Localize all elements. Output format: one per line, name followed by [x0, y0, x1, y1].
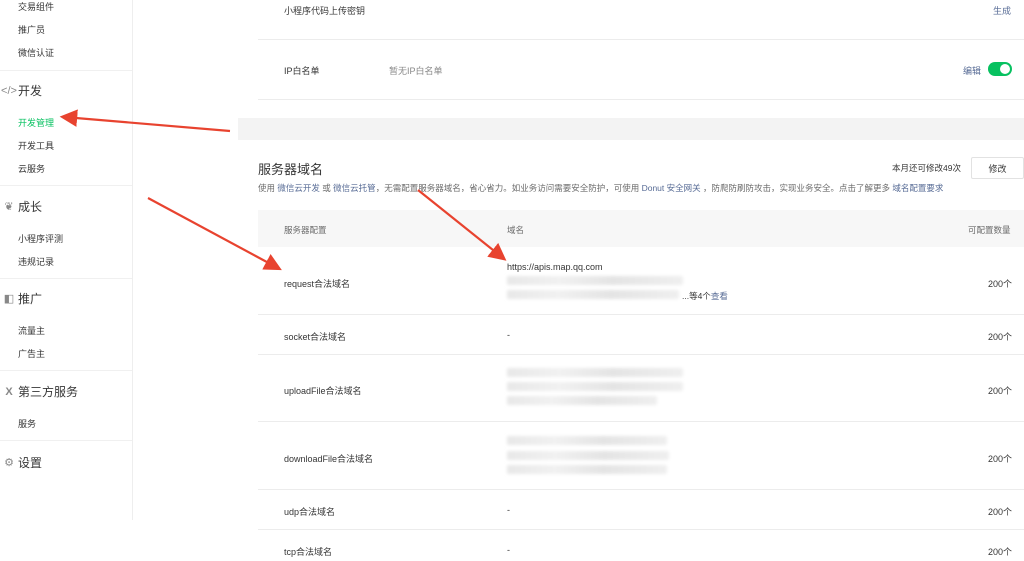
- sidebar-item-dev-tools[interactable]: 开发工具: [18, 139, 54, 152]
- upload-key-label: 小程序代码上传密钥: [284, 6, 366, 16]
- row-downloadfile-name: downloadFile合法域名: [284, 454, 374, 464]
- view-all-link[interactable]: 查看: [711, 291, 728, 301]
- sidebar-separator: [0, 70, 132, 71]
- x-icon: X: [5, 385, 13, 398]
- sidebar-item-traffic-owner[interactable]: 流量主: [18, 324, 45, 337]
- sidebar: 交易组件 推广员 微信认证 </> 开发 开发管理 开发工具 云服务 ❦ 成长 …: [0, 0, 238, 561]
- row-socket-name: socket合法域名: [284, 332, 347, 342]
- blurred-domain: [507, 290, 679, 299]
- sidebar-item-miniprogram-review[interactable]: 小程序评测: [18, 232, 63, 245]
- row-request-more: ...等4个查看: [682, 290, 728, 302]
- blurred-domain: [507, 396, 657, 405]
- blurred-domain: [507, 451, 669, 460]
- row-udp-name: udp合法域名: [284, 507, 336, 517]
- divider: [258, 99, 1024, 100]
- table-header: [258, 210, 1024, 247]
- row-socket-count: 200个: [988, 332, 1013, 342]
- sidebar-group-dev-label: 开发: [18, 84, 43, 98]
- table-row-divider: [258, 489, 1024, 490]
- blurred-domain: [507, 382, 683, 391]
- sidebar-item-advertiser[interactable]: 广告主: [18, 347, 45, 360]
- sidebar-separator: [0, 185, 132, 186]
- row-socket-domain: -: [507, 330, 510, 340]
- wechat-cloud-hosting-link[interactable]: 微信云托管: [333, 183, 376, 193]
- row-udp-domain: -: [507, 505, 510, 515]
- sidebar-item-trade-components[interactable]: 交易组件: [18, 0, 54, 13]
- blurred-domain: [507, 276, 683, 285]
- toggle-knob: [1000, 64, 1010, 74]
- server-domain-title: 服务器域名: [258, 162, 324, 177]
- row-request-domain: https://apis.map.qq.com: [507, 262, 603, 272]
- domain-requirements-link[interactable]: 域名配置要求: [892, 183, 943, 193]
- sidebar-group-growth[interactable]: ❦ 成长: [0, 198, 42, 215]
- modify-domain-button[interactable]: 修改: [971, 157, 1024, 179]
- row-tcp-name: tcp合法域名: [284, 547, 333, 557]
- code-icon: </>: [1, 84, 17, 97]
- sidebar-group-settings[interactable]: ⚙ 设置: [0, 454, 42, 471]
- wechat-cloud-dev-link[interactable]: 微信云开发: [277, 183, 320, 193]
- ip-whitelist-toggle[interactable]: [988, 62, 1012, 76]
- sidebar-group-settings-label: 设置: [18, 456, 43, 470]
- sidebar-separator: [0, 440, 132, 441]
- blurred-domain: [507, 465, 667, 474]
- row-request-count: 200个: [988, 279, 1013, 289]
- row-tcp-domain: -: [507, 545, 510, 555]
- table-row-divider: [258, 529, 1024, 530]
- row-tcp-count: 200个: [988, 547, 1013, 557]
- desc-text: 使用: [258, 183, 276, 193]
- desc-text: 或: [322, 183, 331, 193]
- divider: [258, 39, 1024, 40]
- server-domain-description: 使用 微信云开发 或 微信云托管，无需配置服务器域名，省心省力。如业务访问需要安…: [258, 182, 943, 194]
- sidebar-item-cloud-service[interactable]: 云服务: [18, 162, 45, 175]
- sidebar-item-dev-management[interactable]: 开发管理: [18, 116, 54, 129]
- sidebar-group-promotion[interactable]: ◧ 推广: [0, 290, 42, 307]
- row-uploadfile-count: 200个: [988, 386, 1013, 396]
- sidebar-group-growth-label: 成长: [18, 200, 43, 214]
- donut-gateway-link[interactable]: Donut 安全网关: [642, 183, 701, 193]
- row-udp-count: 200个: [988, 507, 1013, 517]
- table-row-divider: [258, 314, 1024, 315]
- sidebar-group-promotion-label: 推广: [18, 292, 43, 306]
- generate-key-link[interactable]: 生成: [993, 4, 1011, 17]
- leaf-icon: ❦: [4, 201, 14, 213]
- sidebar-item-wechat-auth[interactable]: 微信认证: [18, 46, 54, 59]
- sidebar-divider: [132, 0, 133, 520]
- sidebar-group-dev[interactable]: </> 开发: [0, 82, 42, 99]
- more-count-text: ...等4个: [682, 291, 711, 301]
- sidebar-group-third-party[interactable]: X 第三方服务: [0, 383, 78, 400]
- gear-icon: ⚙: [4, 457, 14, 469]
- column-domain: 域名: [507, 225, 525, 235]
- column-count: 可配置数量: [968, 225, 1011, 235]
- row-uploadfile-name: uploadFile合法域名: [284, 386, 362, 396]
- sidebar-item-violation-records[interactable]: 违规记录: [18, 255, 54, 268]
- table-row-divider: [258, 354, 1024, 355]
- table-row-divider: [258, 421, 1024, 422]
- row-downloadfile-count: 200个: [988, 454, 1013, 464]
- sidebar-item-promoters[interactable]: 推广员: [18, 23, 45, 36]
- row-request-name: request合法域名: [284, 279, 351, 289]
- server-domain-card: [238, 140, 1024, 561]
- sidebar-separator: [0, 370, 132, 371]
- desc-text: ，防爬防刷防攻击，实现业务安全。点击了解更多: [703, 183, 891, 193]
- megaphone-icon: ◧: [3, 293, 15, 305]
- blurred-domain: [507, 436, 667, 445]
- remaining-edits-text: 本月还可修改49次: [892, 163, 961, 173]
- ip-whitelist-value: 暂无IP白名单: [389, 66, 443, 76]
- sidebar-group-third-party-label: 第三方服务: [18, 385, 79, 399]
- sidebar-item-services[interactable]: 服务: [18, 417, 36, 430]
- column-server-config: 服务器配置: [284, 225, 327, 235]
- desc-text: ，无需配置服务器域名，省心省力。如业务访问需要安全防护，可使用: [375, 183, 640, 193]
- ip-whitelist-label: IP白名单: [284, 66, 320, 76]
- dev-settings-card: [238, 0, 1024, 118]
- sidebar-separator: [0, 278, 132, 279]
- blurred-domain: [507, 368, 683, 377]
- ip-whitelist-edit-link[interactable]: 编辑: [963, 64, 981, 77]
